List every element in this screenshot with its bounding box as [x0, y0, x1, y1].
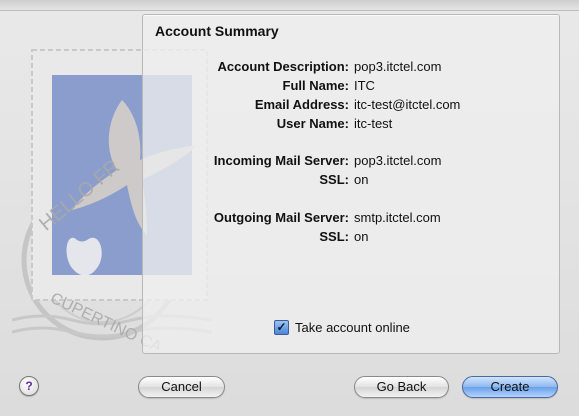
summary-row-incoming-ssl: SSL: on — [143, 172, 559, 190]
summary-value: on — [354, 172, 369, 187]
summary-label: SSL: — [319, 172, 349, 187]
question-mark-icon: ? — [25, 379, 33, 393]
help-button[interactable]: ? — [19, 376, 39, 396]
summary-value: ITC — [354, 78, 375, 93]
summary-value: pop3.itctel.com — [354, 59, 442, 74]
summary-value: itc-test — [354, 116, 393, 131]
go-back-button[interactable]: Go Back — [354, 376, 449, 398]
cancel-button[interactable]: Cancel — [138, 376, 225, 398]
window-top-strip — [0, 0, 579, 11]
summary-value: smtp.itctel.com — [354, 210, 441, 225]
take-account-online-option[interactable]: ✓ Take account online — [274, 318, 410, 336]
summary-label: User Name: — [276, 116, 349, 131]
summary-row-outgoing-ssl: SSL: on — [143, 229, 559, 247]
account-summary-panel: Account Summary Account Description: pop… — [142, 14, 560, 354]
summary-value: pop3.itctel.com — [354, 153, 442, 168]
checkmark-icon: ✓ — [276, 320, 287, 334]
summary-row-full-name: Full Name: ITC — [143, 78, 559, 96]
create-button[interactable]: Create — [462, 376, 558, 398]
summary-row-email-address: Email Address: itc-test@itctel.com — [143, 97, 559, 115]
summary-value: itc-test@itctel.com — [354, 97, 461, 112]
take-account-online-label[interactable]: Take account online — [295, 320, 410, 335]
summary-row-user-name: User Name: itc-test — [143, 116, 559, 134]
summary-label: Full Name: — [282, 78, 349, 93]
summary-label: SSL: — [319, 229, 349, 244]
take-account-online-checkbox[interactable]: ✓ — [274, 319, 289, 335]
summary-row-outgoing-server: Outgoing Mail Server: smtp.itctel.com — [143, 210, 559, 228]
summary-label: Outgoing Mail Server: — [213, 210, 349, 225]
summary-value: on — [354, 229, 369, 244]
summary-row-incoming-server: Incoming Mail Server: pop3.itctel.com — [143, 153, 559, 171]
summary-row-account-description: Account Description: pop3.itctel.com — [143, 59, 559, 77]
summary-label: Email Address: — [254, 97, 349, 112]
summary-label: Incoming Mail Server: — [213, 153, 349, 168]
summary-label: Account Description: — [217, 59, 349, 74]
panel-title: Account Summary — [155, 23, 279, 39]
